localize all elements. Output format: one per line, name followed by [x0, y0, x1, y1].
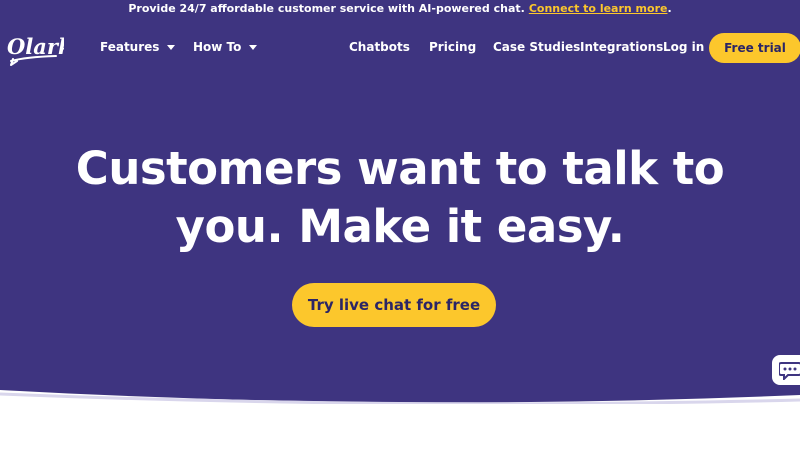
nav-integrations[interactable]: Integrations	[580, 40, 663, 54]
nav-case-studies[interactable]: Case Studies	[493, 40, 580, 54]
chevron-down-icon	[167, 44, 176, 50]
free-trial-button[interactable]: Free trial	[709, 33, 800, 63]
olark-logo[interactable]: Olark	[6, 32, 73, 66]
hero-heading: Customers want to talk to you. Make it e…	[0, 140, 800, 256]
nav-how-to-label: How To	[193, 40, 242, 54]
announcement-suffix: .	[667, 2, 672, 15]
main-nav: Olark Features How To Chatbots Pricing C…	[0, 30, 800, 66]
announcement-text: Provide 24/7 affordable customer service…	[128, 2, 525, 15]
nav-pricing[interactable]: Pricing	[429, 40, 476, 54]
chevron-down-icon	[249, 44, 258, 50]
nav-login[interactable]: Log in	[663, 40, 704, 54]
announcement-bar: Provide 24/7 affordable customer service…	[0, 0, 800, 17]
olark-logo-icon: Olark	[7, 34, 73, 66]
nav-features-label: Features	[100, 40, 160, 54]
hero-bottom-wave	[0, 390, 800, 450]
chat-bubble-icon	[779, 362, 800, 380]
nav-features[interactable]: Features	[100, 40, 176, 54]
announcement-link[interactable]: Connect to learn more	[529, 2, 668, 15]
nav-how-to[interactable]: How To	[193, 40, 258, 54]
chat-widget-button[interactable]	[770, 353, 800, 387]
hero-heading-line-2: you. Make it easy.	[175, 200, 625, 253]
hero-heading-line-1: Customers want to talk to	[75, 142, 725, 195]
nav-chatbots[interactable]: Chatbots	[349, 40, 410, 54]
try-live-chat-button[interactable]: Try live chat for free	[292, 283, 496, 327]
